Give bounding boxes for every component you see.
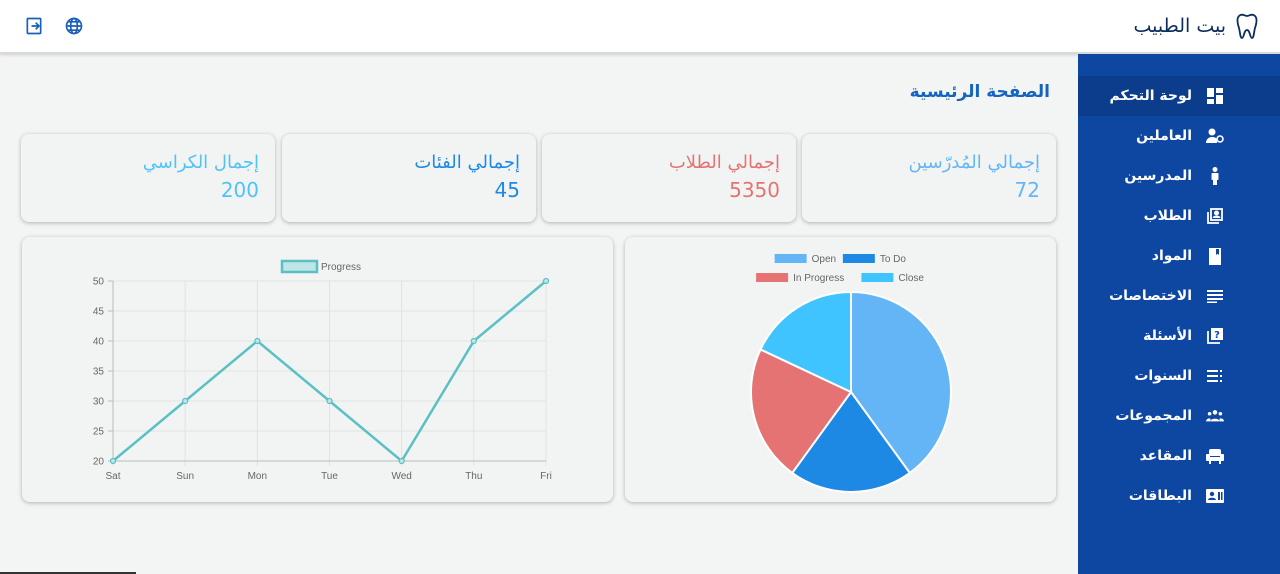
logout-icon[interactable]: [23, 15, 45, 37]
sidebar-item-dashboard[interactable]: لوحة التحكم: [1078, 76, 1280, 116]
x-tick-label: Wed: [391, 471, 411, 482]
x-tick-label: Fri: [540, 471, 552, 482]
y-tick-label: 45: [93, 307, 105, 318]
lines-icon: [1206, 287, 1224, 305]
legend-label: In Progress: [793, 273, 844, 284]
data-point[interactable]: [470, 337, 477, 345]
legend-label: Close: [898, 273, 924, 284]
stat-label: إجمالي الطلاب: [668, 152, 780, 173]
legend-label: To Do: [880, 254, 907, 265]
svg-text:?: ?: [1214, 330, 1220, 341]
y-tick-label: 30: [93, 397, 105, 408]
stat-label: إجمال الكراسي: [142, 152, 259, 173]
line-chart: 20 25 30 35 40 45 50 Sat Sun Mon Tue Wed Thu Fri Progr…: [93, 259, 552, 482]
dashboard-icon: [1206, 87, 1224, 105]
legend-swatch: [756, 273, 789, 282]
sidebar-item-label: المواد: [1151, 248, 1192, 264]
sidebar-item-label: المدرسين: [1124, 168, 1192, 184]
data-point[interactable]: [254, 337, 261, 345]
legend-label: Open: [812, 254, 836, 265]
page-title: الصفحة الرئيسية: [909, 82, 1050, 102]
sidebar-item-label: الاختصاصات: [1109, 288, 1192, 304]
sidebar-item-label: الطلاب: [1143, 208, 1192, 224]
brand[interactable]: بيت الطبيب: [1134, 12, 1261, 40]
brand-name: بيت الطبيب: [1133, 15, 1227, 37]
x-tick-label: Mon: [248, 471, 267, 482]
sidebar-item-teachers[interactable]: المدرسين: [1078, 156, 1280, 196]
y-tick-label: 20: [93, 457, 105, 468]
sidebar-item-questions[interactable]: ? الأسئلة: [1078, 316, 1280, 356]
legend-swatch: [842, 254, 875, 263]
y-tick-label: 50: [93, 277, 105, 288]
sidebar-item-label: السنوات: [1134, 368, 1192, 384]
stat-value: 72: [1014, 178, 1040, 202]
sidebar-item-subjects[interactable]: المواد: [1078, 236, 1280, 276]
legend-item[interactable]: In Progress: [756, 273, 844, 284]
legend-swatch: [280, 259, 319, 274]
x-tick-label: Thu: [465, 471, 482, 482]
y-tick-label: 35: [93, 367, 105, 378]
data-point[interactable]: [398, 457, 405, 465]
stat-value: 5350: [729, 178, 780, 202]
legend-swatch: [774, 254, 807, 263]
legend-item[interactable]: Open: [774, 254, 836, 265]
user-gear-icon: [1206, 127, 1224, 145]
stat-card-chairs: إجمال الكراسي 200: [21, 134, 275, 222]
legend-label: Progress: [321, 262, 361, 273]
sidebar-item-seats[interactable]: المقاعد: [1078, 436, 1280, 476]
stat-label: إجمالي الفئات: [414, 152, 520, 173]
sidebar-item-label: العاملين: [1136, 128, 1192, 144]
stat-value: 200: [220, 178, 259, 202]
sidebar-item-cards[interactable]: البطاقات: [1078, 476, 1280, 516]
top-bar: بيت الطبيب: [0, 0, 1280, 54]
book-icon: [1206, 247, 1224, 265]
globe-icon[interactable]: [63, 15, 85, 37]
y-tick-label: 40: [93, 337, 105, 348]
stat-card-teachers: إجمالي المُدرّسين 72: [802, 134, 1056, 222]
pie-chart-panel: Open To Do In Progress Close: [625, 237, 1056, 502]
x-tick-label: Sat: [105, 471, 120, 482]
stat-value: 45: [494, 178, 520, 202]
student-icon: [1206, 207, 1224, 225]
person-icon: [1206, 167, 1224, 185]
data-point[interactable]: [542, 277, 550, 285]
sidebar-item-label: الأسئلة: [1143, 328, 1192, 344]
chart-legend[interactable]: Progress: [280, 259, 361, 274]
stat-card-students: إجمالي الطلاب 5350: [542, 134, 796, 222]
legend-item[interactable]: To Do: [842, 254, 907, 265]
sidebar-item-label: البطاقات: [1128, 488, 1192, 504]
sidebar-item-students[interactable]: الطلاب: [1078, 196, 1280, 236]
sidebar: لوحة التحكم العاملين المدرسين الطلاب الم…: [1078, 54, 1280, 574]
sidebar-item-label: المجموعات: [1115, 408, 1192, 424]
sidebar-item-specialties[interactable]: الاختصاصات: [1078, 276, 1280, 316]
legend-swatch: [861, 273, 894, 282]
x-tick-label: Tue: [321, 471, 338, 482]
legend-item[interactable]: Close: [861, 273, 924, 284]
sidebar-item-years[interactable]: السنوات: [1078, 356, 1280, 396]
pie-chart: Open To Do In Progress Close: [750, 254, 952, 493]
data-point[interactable]: [109, 457, 117, 465]
question-icon: ?: [1206, 327, 1224, 345]
line-chart-panel: 20 25 30 35 40 45 50 Sat Sun Mon Tue Wed Thu Fri Progr…: [22, 237, 613, 502]
tooth-icon: [1234, 12, 1260, 40]
groups-icon: [1206, 407, 1224, 425]
sidebar-item-staff[interactable]: العاملين: [1078, 116, 1280, 156]
stat-label: إجمالي المُدرّسين: [908, 152, 1040, 173]
data-point[interactable]: [326, 397, 333, 405]
card-icon: [1206, 487, 1224, 505]
data-point[interactable]: [182, 397, 189, 405]
y-tick-label: 25: [93, 427, 105, 438]
stat-card-categories: إجمالي الفئات 45: [282, 134, 536, 222]
sidebar-item-label: لوحة التحكم: [1109, 88, 1192, 104]
list-icon: [1206, 367, 1224, 385]
sidebar-item-groups[interactable]: المجموعات: [1078, 396, 1280, 436]
x-tick-label: Sun: [176, 471, 194, 482]
seat-icon: [1206, 447, 1224, 465]
sidebar-item-label: المقاعد: [1139, 448, 1192, 464]
